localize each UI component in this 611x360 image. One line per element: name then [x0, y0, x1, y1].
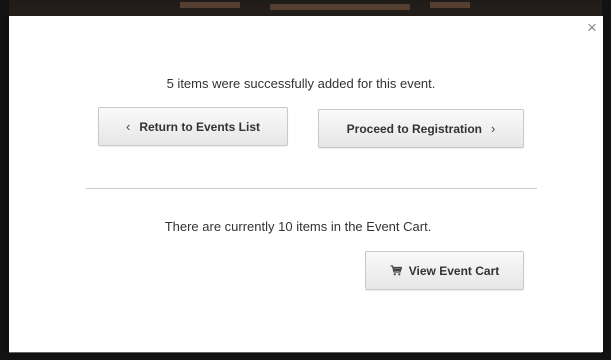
success-message: 5 items were successfully added for this… [166, 76, 436, 91]
proceed-to-registration-label: Proceed to Registration [346, 121, 482, 136]
add-to-cart-dialog: × 5 items were successfully added for th… [9, 16, 603, 352]
divider [86, 188, 537, 189]
close-icon[interactable]: × [584, 19, 600, 37]
chevron-left-icon: ‹ [125, 119, 131, 134]
proceed-to-registration-button[interactable]: Proceed to Registration › [318, 109, 524, 148]
view-event-cart-label: View Event Cart [408, 263, 500, 278]
cart-count-message: There are currently 10 items in the Even… [164, 219, 432, 234]
return-to-events-label: Return to Events List [139, 119, 261, 134]
chevron-right-icon: › [491, 121, 496, 136]
return-to-events-button[interactable]: ‹ Return to Events List [98, 107, 288, 146]
view-event-cart-button[interactable]: View Event Cart [365, 251, 524, 290]
cart-icon [390, 265, 402, 276]
